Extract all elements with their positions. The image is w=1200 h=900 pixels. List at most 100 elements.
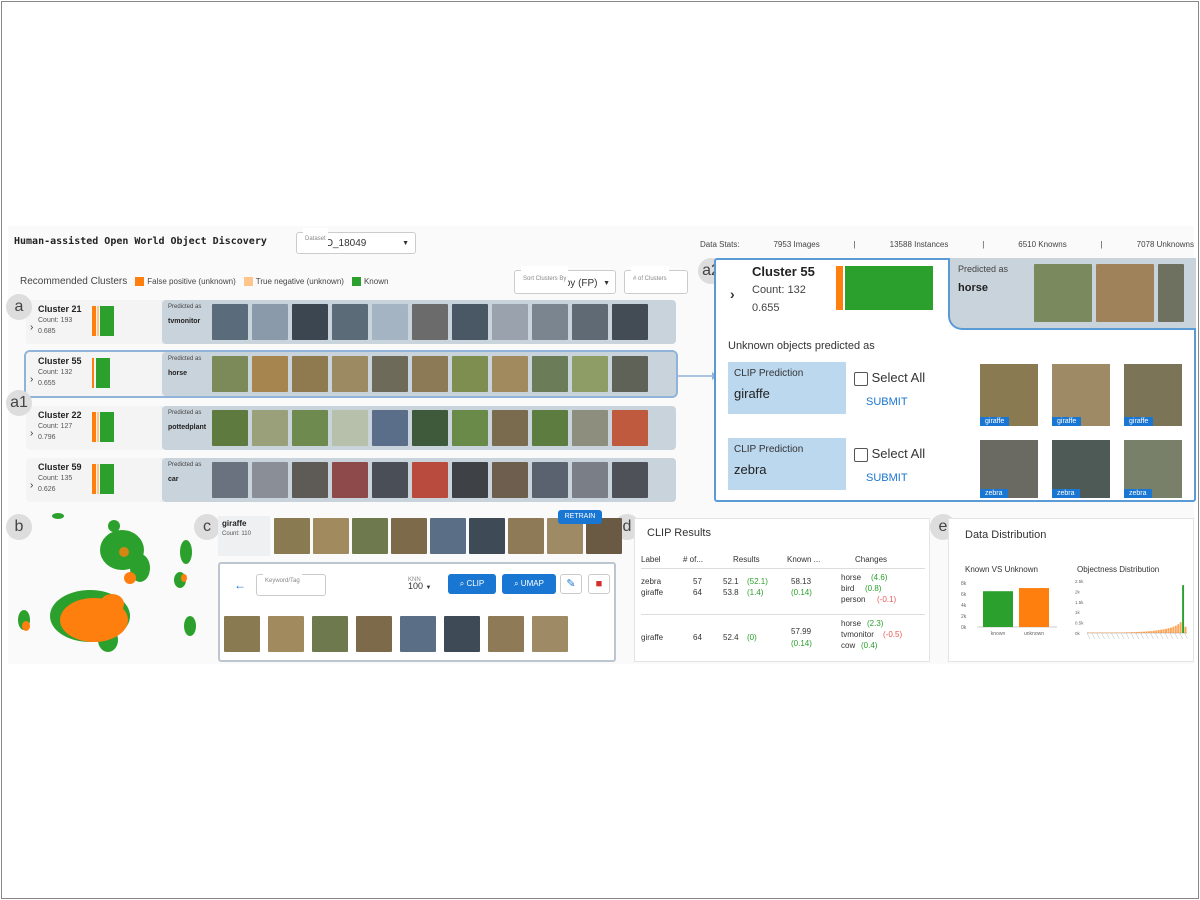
column-header[interactable]: Label xyxy=(641,555,661,564)
thumbnail-image[interactable] xyxy=(612,356,648,392)
thumbnail-image[interactable] xyxy=(488,616,524,652)
thumbnail-image[interactable] xyxy=(252,462,288,498)
thumbnail-image[interactable] xyxy=(572,410,608,446)
thumbnail-image[interactable] xyxy=(356,616,392,652)
knn-select[interactable]: KNN 100 ▼ xyxy=(408,574,442,596)
thumbnail-image[interactable] xyxy=(492,304,528,340)
thumbnail-image[interactable] xyxy=(612,462,648,498)
thumbnail-image[interactable] xyxy=(572,356,608,392)
back-arrow-icon[interactable]: ← xyxy=(234,578,246,592)
thumbnail-image[interactable] xyxy=(252,356,288,392)
thumbnail-image[interactable] xyxy=(1034,264,1092,322)
edit-icon[interactable]: ✎ xyxy=(560,574,582,594)
thumbnail-image[interactable] xyxy=(412,356,448,392)
thumbnail-image[interactable] xyxy=(492,356,528,392)
cluster-row[interactable]: › Cluster 59 Count: 135 0.626 Predicted … xyxy=(26,458,676,502)
chevron-right-icon[interactable]: › xyxy=(30,322,33,333)
thumbnail-image[interactable] xyxy=(412,304,448,340)
thumbnail-image[interactable] xyxy=(274,518,310,554)
thumbnail-image[interactable] xyxy=(572,304,608,340)
thumbnail-image[interactable] xyxy=(452,356,488,392)
column-header[interactable]: Changes xyxy=(855,555,887,564)
cluster-row[interactable]: › Cluster 22 Count: 127 0.796 Predicted … xyxy=(26,406,676,450)
thumbnail-image[interactable] xyxy=(1096,264,1154,322)
cluster-row-selected[interactable]: › Cluster 55 Count: 132 0.655 Predicted … xyxy=(24,350,678,398)
thumbnail-image[interactable] xyxy=(212,304,248,340)
thumbnail-image[interactable] xyxy=(372,462,408,498)
select-all[interactable]: Select All xyxy=(854,446,925,462)
chevron-right-icon[interactable]: › xyxy=(30,374,33,385)
thumbnail-image[interactable] xyxy=(313,518,349,554)
thumbnail-image[interactable] xyxy=(612,410,648,446)
thumbnail-image[interactable] xyxy=(292,462,328,498)
select-all-checkbox[interactable] xyxy=(854,371,868,386)
select-all[interactable]: Select All xyxy=(854,370,925,386)
thumbnail-image[interactable] xyxy=(532,462,568,498)
thumbnail-image[interactable] xyxy=(292,304,328,340)
thumbnail-image[interactable] xyxy=(1158,264,1184,322)
thumbnail-image[interactable] xyxy=(212,356,248,392)
thumbnail-image[interactable] xyxy=(612,304,648,340)
select-all-checkbox[interactable] xyxy=(854,447,868,462)
thumbnail-image[interactable] xyxy=(492,462,528,498)
umap-scatter[interactable] xyxy=(12,508,196,664)
thumbnail-image[interactable] xyxy=(372,304,408,340)
thumbnail-image[interactable] xyxy=(532,616,568,652)
thumbnail-image[interactable] xyxy=(332,410,368,446)
thumbnail-image[interactable] xyxy=(492,410,528,446)
thumbnail-image[interactable] xyxy=(400,616,436,652)
thumbnail-image[interactable] xyxy=(532,304,568,340)
cluster-row[interactable]: › Cluster 21 Count: 193 0.685 Predicted … xyxy=(26,300,676,344)
known-vs-unknown-chart[interactable]: 8k 6k 4k 2k 0k known unknown xyxy=(961,577,1065,637)
thumbnail-image[interactable]: zebra xyxy=(1052,440,1110,498)
thumbnail-image[interactable]: giraffe xyxy=(1052,364,1110,426)
objectness-chart[interactable]: 2.5k 2k 1.5k 1k 0.5k 0k xyxy=(1075,577,1191,647)
chevron-right-icon[interactable]: › xyxy=(30,428,33,439)
submit-button[interactable]: SUBMIT xyxy=(866,472,908,484)
thumbnail-image[interactable] xyxy=(412,410,448,446)
chevron-right-icon[interactable]: › xyxy=(30,480,33,491)
dataset-select[interactable]: Dataset COCO_18049 ▼ xyxy=(296,228,416,254)
thumbnail-image[interactable] xyxy=(452,462,488,498)
table-row[interactable]: zebra giraffe 57 64 52.1 (52.1) 53.8 (1.… xyxy=(641,573,925,615)
delete-icon[interactable]: ■ xyxy=(588,574,610,594)
thumbnail-image[interactable] xyxy=(212,462,248,498)
thumbnail-image[interactable]: giraffe xyxy=(1124,364,1182,426)
thumbnail-image[interactable] xyxy=(252,304,288,340)
sort-clusters-select[interactable]: Sort Clusters By Avg Entropy (FP) ▼ xyxy=(514,266,616,294)
thumbnail-image[interactable] xyxy=(292,356,328,392)
thumbnail-image[interactable] xyxy=(252,410,288,446)
thumbnail-image[interactable] xyxy=(332,462,368,498)
thumbnail-image[interactable] xyxy=(391,518,427,554)
thumbnail-image[interactable] xyxy=(332,304,368,340)
thumbnail-image[interactable] xyxy=(572,462,608,498)
thumbnail-image[interactable] xyxy=(372,356,408,392)
submit-button[interactable]: SUBMIT xyxy=(866,396,908,408)
num-clusters-input[interactable]: # of Clusters 60 xyxy=(624,266,688,294)
table-row[interactable]: giraffe 64 52.4 (0) 57.99 (0.14) horse (2… xyxy=(641,619,925,659)
thumbnail-image[interactable] xyxy=(412,462,448,498)
thumbnail-image[interactable] xyxy=(444,616,480,652)
thumbnail-image[interactable] xyxy=(332,356,368,392)
keyword-input[interactable]: Keyword/Tag giraffe xyxy=(256,570,326,596)
clip-search-button[interactable]: ⌕ CLIP xyxy=(448,574,496,594)
thumbnail-image[interactable] xyxy=(212,410,248,446)
thumbnail-image[interactable]: giraffe xyxy=(980,364,1038,426)
retrain-button[interactable]: RETRAIN xyxy=(558,510,602,524)
thumbnail-image[interactable] xyxy=(312,616,348,652)
thumbnail-image[interactable] xyxy=(532,356,568,392)
thumbnail-image[interactable] xyxy=(452,410,488,446)
thumbnail-image[interactable] xyxy=(352,518,388,554)
thumbnail-image[interactable] xyxy=(224,616,260,652)
thumbnail-image[interactable] xyxy=(508,518,544,554)
thumbnail-image[interactable] xyxy=(268,616,304,652)
column-header[interactable]: # of... xyxy=(683,555,703,564)
column-header[interactable]: Results xyxy=(733,555,760,564)
column-header[interactable]: Known ... xyxy=(787,555,820,564)
thumbnail-image[interactable] xyxy=(452,304,488,340)
umap-button[interactable]: ⌕ UMAP xyxy=(502,574,556,594)
thumbnail-image[interactable] xyxy=(372,410,408,446)
thumbnail-image[interactable]: zebra xyxy=(1124,440,1182,498)
thumbnail-image[interactable]: zebra xyxy=(980,440,1038,498)
thumbnail-image[interactable] xyxy=(532,410,568,446)
